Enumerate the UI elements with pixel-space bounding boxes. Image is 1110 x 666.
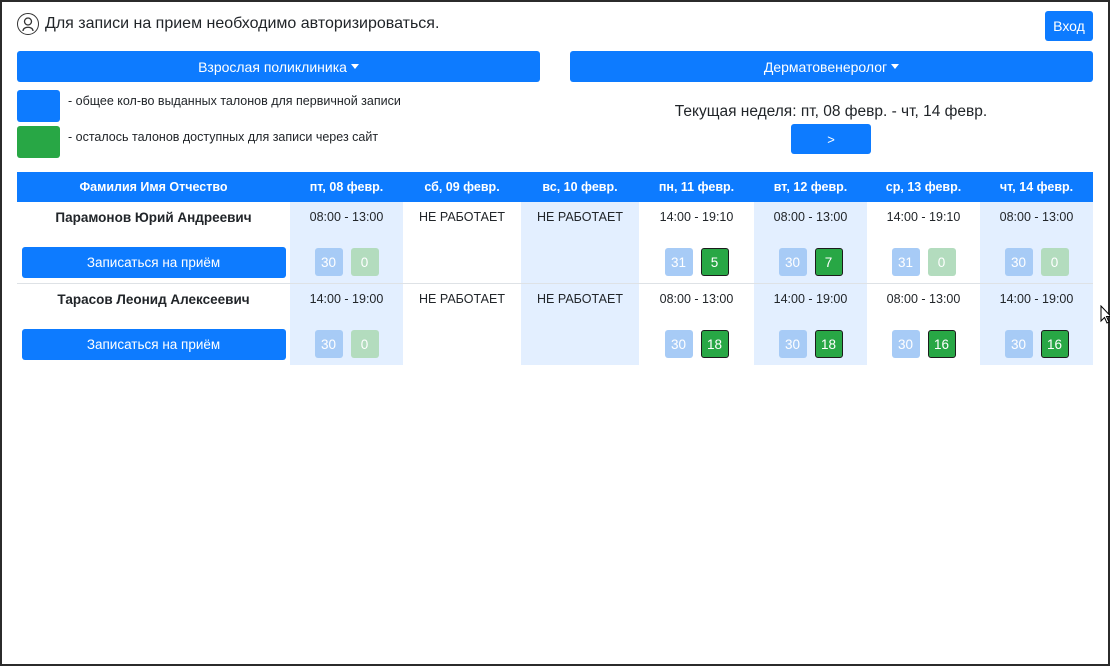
available-tickets-badge[interactable]: 16 <box>1040 330 1069 358</box>
day-cell: 08:00 - 13:00 30 0 <box>980 202 1093 284</box>
book-appointment-button[interactable]: Записаться на приём <box>21 247 286 278</box>
department-dropdown[interactable]: Взрослая поликлиника <box>17 51 540 82</box>
work-hours: 14:00 - 19:00 <box>309 292 384 306</box>
ticket-badges: 30 18 <box>639 330 754 358</box>
schedule-table: Фамилия Имя Отчество пт, 08 февр. сб, 09 ф… <box>17 172 1093 365</box>
ticket-badges: 30 0 <box>980 248 1093 276</box>
total-tickets-badge: 30 <box>1004 248 1033 276</box>
closed-label: НЕ РАБОТАЕТ <box>419 210 505 224</box>
total-tickets-badge: 31 <box>891 248 920 276</box>
doctor-name: Парамонов Юрий Андреевич <box>55 210 252 225</box>
work-hours: 08:00 - 13:00 <box>309 210 384 224</box>
work-hours: 08:00 - 13:00 <box>886 292 961 306</box>
work-hours: 08:00 - 13:00 <box>659 292 734 306</box>
day-cell: 08:00 - 13:00 30 7 <box>754 202 867 284</box>
specialty-dropdown-label: Дерматовенеролог <box>763 58 888 75</box>
ticket-badges: 31 0 <box>867 248 980 276</box>
column-header-day: вт, 12 февр. <box>754 172 867 202</box>
doctor-name: Тарасов Леонид Алексеевич <box>57 292 250 307</box>
caret-down-icon <box>891 64 900 69</box>
ticket-badges: 31 5 <box>639 248 754 276</box>
legend-text-available: - осталось талонов доступных для записи … <box>68 130 379 144</box>
specialty-dropdown[interactable]: Дерматовенеролог <box>570 51 1093 82</box>
work-hours: 08:00 - 13:00 <box>773 210 848 224</box>
doctor-cell: Парамонов Юрий Андреевич Записаться на пр… <box>17 202 290 284</box>
day-cell: 14:00 - 19:00 30 18 <box>754 283 867 365</box>
available-tickets-badge: 0 <box>350 248 379 276</box>
doctor-cell: Тарасов Леонид Алексеевич Записаться на п… <box>17 284 290 366</box>
total-tickets-badge: 31 <box>664 248 693 276</box>
work-hours: 14:00 - 19:00 <box>999 292 1074 306</box>
legend-swatch-total <box>17 90 60 122</box>
available-tickets-badge[interactable]: 18 <box>700 330 729 358</box>
day-cell: НЕ РАБОТАЕТ <box>521 283 639 365</box>
work-hours: 14:00 - 19:10 <box>659 210 734 224</box>
auth-notice-text: Для записи на прием необходимо авторизир… <box>45 15 440 32</box>
work-hours: 14:00 - 19:00 <box>773 292 848 306</box>
closed-label: НЕ РАБОТАЕТ <box>419 292 505 306</box>
total-tickets-badge: 30 <box>1004 330 1033 358</box>
closed-label: НЕ РАБОТАЕТ <box>537 292 623 306</box>
ticket-badges: 30 7 <box>754 248 867 276</box>
table-header-row: Фамилия Имя Отчество пт, 08 февр. сб, 09 ф… <box>17 172 1093 202</box>
work-hours: 08:00 - 13:00 <box>999 210 1074 224</box>
department-dropdown-label: Взрослая поликлиника <box>198 58 347 75</box>
column-header-day: ср, 13 февр. <box>867 172 980 202</box>
login-button[interactable]: Вход <box>1045 11 1093 41</box>
day-cell: 08:00 - 13:00 30 16 <box>867 284 980 366</box>
day-cell: 14:00 - 19:00 30 16 <box>980 283 1093 365</box>
total-tickets-badge: 30 <box>314 248 343 276</box>
next-week-button[interactable]: > <box>791 124 871 154</box>
available-tickets-badge[interactable]: 7 <box>814 248 843 276</box>
day-cell: 14:00 - 19:00 30 0 <box>290 283 403 365</box>
ticket-badges: 30 16 <box>980 330 1093 358</box>
day-cell: 14:00 - 19:10 31 0 <box>867 202 980 284</box>
ticket-badges: 30 0 <box>290 330 403 358</box>
column-header-name: Фамилия Имя Отчество <box>17 172 290 202</box>
available-tickets-badge: 0 <box>350 330 379 358</box>
work-hours: 14:00 - 19:10 <box>886 210 961 224</box>
day-cell: НЕ РАБОТАЕТ <box>403 202 521 284</box>
ticket-badges: 30 0 <box>290 248 403 276</box>
day-cell: 08:00 - 13:00 30 18 <box>639 284 754 366</box>
available-tickets-badge[interactable]: 16 <box>927 330 956 358</box>
table-row: Парамонов Юрий Андреевич Записаться на пр… <box>17 202 1093 284</box>
column-header-day: чт, 14 февр. <box>980 172 1093 202</box>
caret-down-icon <box>350 64 359 69</box>
day-cell: НЕ РАБОТАЕТ <box>403 284 521 366</box>
available-tickets-badge: 0 <box>927 248 956 276</box>
book-appointment-button[interactable]: Записаться на приём <box>21 329 286 360</box>
day-cell: НЕ РАБОТАЕТ <box>521 202 639 284</box>
column-header-day: пн, 11 февр. <box>639 172 754 202</box>
ticket-badges: 30 16 <box>867 330 980 358</box>
current-week-label: Текущая неделя: пт, 08 февр. - чт, 14 фе… <box>674 103 988 120</box>
available-tickets-badge: 0 <box>1040 248 1069 276</box>
closed-label: НЕ РАБОТАЕТ <box>537 210 623 224</box>
column-header-day: пт, 08 февр. <box>290 172 403 202</box>
day-cell: 14:00 - 19:10 31 5 <box>639 202 754 284</box>
legend-text-total: - общее кол-во выданных талонов для перв… <box>68 94 401 108</box>
available-tickets-badge[interactable]: 5 <box>700 248 729 276</box>
table-row: Тарасов Леонид Алексеевич Записаться на п… <box>17 283 1093 366</box>
day-cell: 08:00 - 13:00 30 0 <box>290 202 403 284</box>
total-tickets-badge: 30 <box>778 330 807 358</box>
auth-notice-bar: Для записи на прием необходимо авторизир… <box>17 12 439 36</box>
legend-swatch-available <box>17 126 60 158</box>
user-icon <box>17 13 39 35</box>
column-header-day: сб, 09 февр. <box>403 172 521 202</box>
ticket-badges: 30 18 <box>754 330 867 358</box>
total-tickets-badge: 30 <box>778 248 807 276</box>
column-header-day: вс, 10 февр. <box>521 172 639 202</box>
mouse-cursor-icon <box>1100 305 1110 324</box>
total-tickets-badge: 30 <box>314 330 343 358</box>
total-tickets-badge: 30 <box>664 330 693 358</box>
total-tickets-badge: 30 <box>891 330 920 358</box>
available-tickets-badge[interactable]: 18 <box>814 330 843 358</box>
